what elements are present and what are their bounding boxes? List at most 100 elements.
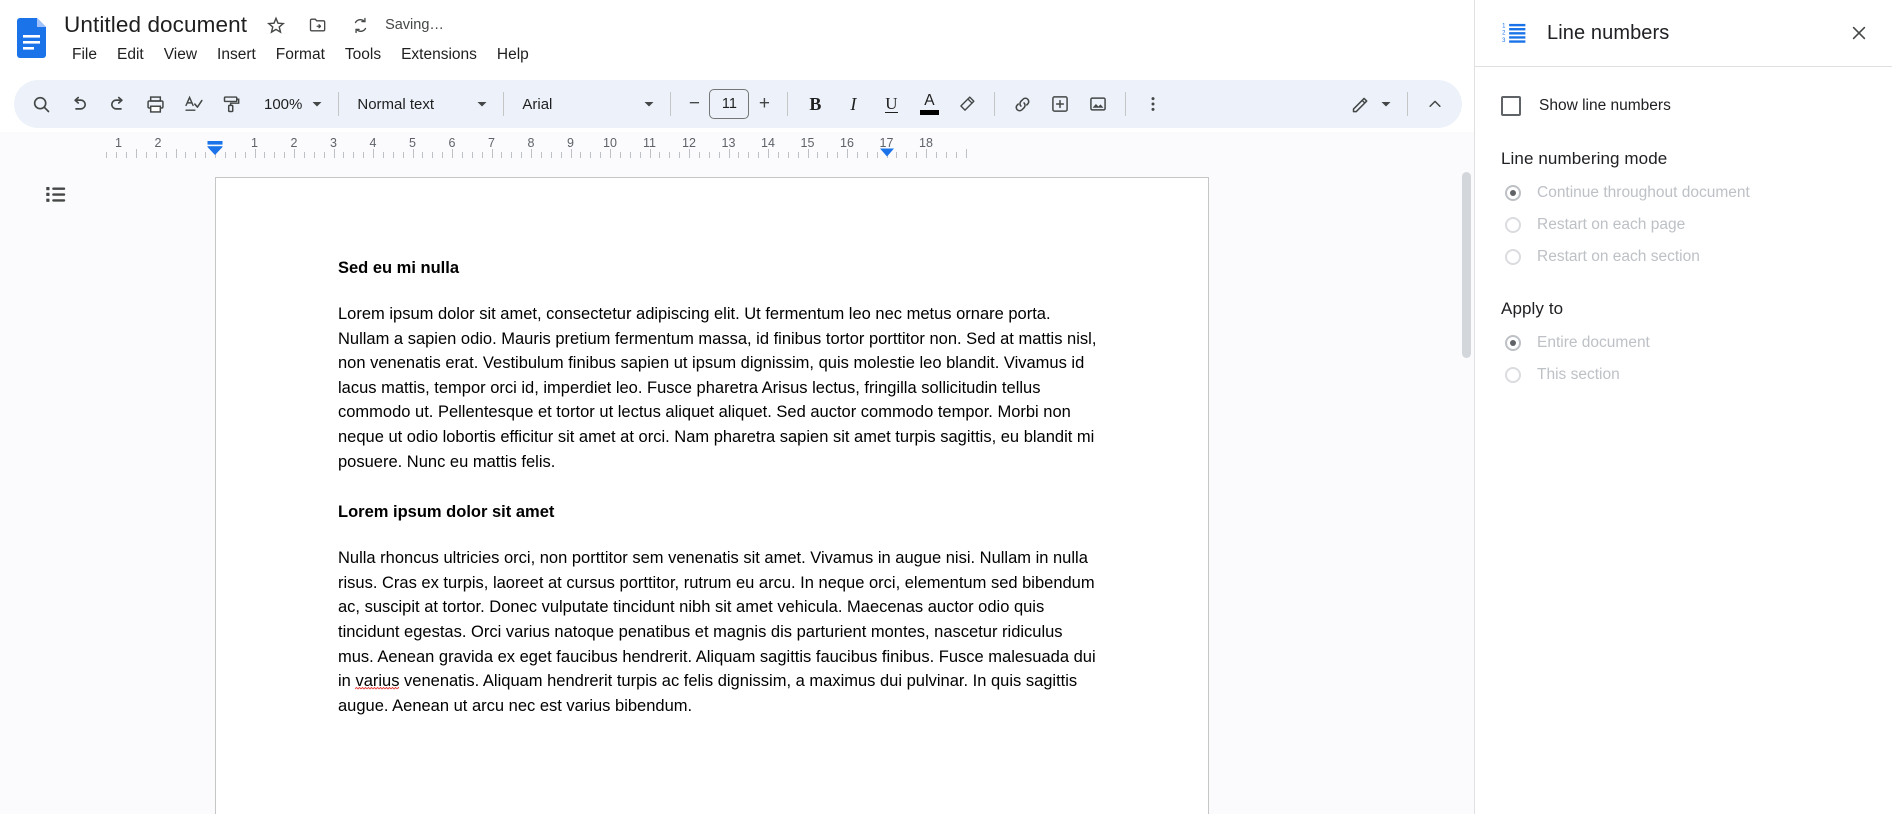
ruler-tick [966, 149, 967, 158]
ruler-tick [334, 149, 335, 158]
ruler-label: 1 [115, 136, 122, 150]
ruler-tick [531, 149, 532, 158]
ruler-label: 14 [761, 136, 775, 150]
ruler-label: 13 [722, 136, 736, 150]
ruler-label: 3 [330, 136, 337, 150]
font-family-dropdown[interactable]: Arial [512, 86, 662, 122]
star-icon[interactable] [263, 12, 289, 38]
menu-help[interactable]: Help [487, 43, 539, 67]
google-docs-logo[interactable] [14, 17, 52, 59]
font-size-input[interactable]: 11 [709, 89, 749, 119]
undo-icon[interactable] [60, 85, 98, 123]
ruler-tick [294, 149, 295, 158]
document-title[interactable]: Untitled document [64, 11, 247, 39]
misspelled-word[interactable]: varius [355, 672, 399, 690]
google-docs-window: Untitled document Saving… File Edit [0, 0, 1892, 814]
paragraph-1: Lorem ipsum dolor sit amet, consectetur … [338, 302, 1098, 474]
panel-body: Show line numbers Line numbering mode Co… [1475, 67, 1892, 391]
zoom-dropdown[interactable]: 100% [254, 86, 330, 122]
toolbar-divider [503, 92, 504, 116]
menu-tools[interactable]: Tools [335, 43, 391, 67]
left-indent-marker[interactable] [207, 140, 224, 157]
cloud-sync-icon[interactable] [347, 12, 373, 38]
radio-button[interactable] [1505, 217, 1521, 233]
document-page[interactable]: Sed eu mi nulla Lorem ipsum dolor sit am… [215, 177, 1209, 814]
menu-format[interactable]: Format [266, 43, 335, 67]
toolbar-divider [1407, 92, 1408, 116]
show-line-numbers-checkbox[interactable]: Show line numbers [1475, 89, 1892, 123]
menu-file[interactable]: File [62, 43, 107, 67]
italic-button[interactable]: I [834, 85, 872, 123]
document-outline-icon[interactable] [32, 170, 80, 218]
text-color-swatch [920, 110, 939, 115]
paint-format-icon[interactable] [212, 85, 250, 123]
document-canvas: Sed eu mi nulla Lorem ipsum dolor sit am… [0, 158, 1474, 814]
menu-bar: File Edit View Insert Format Tools Exten… [62, 42, 539, 68]
paragraph-2-part-a: Nulla rhoncus ultricies orci, non portti… [338, 549, 1096, 690]
ruler-tick [650, 149, 651, 158]
radio-button[interactable] [1505, 367, 1521, 383]
paragraph-style-dropdown[interactable]: Normal text [347, 86, 495, 122]
radio-button[interactable] [1505, 249, 1521, 265]
checkbox-box[interactable] [1501, 96, 1521, 116]
text-color-label: A [924, 93, 934, 108]
paragraph-style-value: Normal text [357, 96, 434, 113]
menu-view[interactable]: View [154, 43, 207, 67]
ruler-tick [413, 149, 414, 158]
ruler-label: 16 [840, 136, 854, 150]
ruler-label: 2 [155, 136, 162, 150]
underline-button[interactable]: U [872, 85, 910, 123]
redo-icon[interactable] [98, 85, 136, 123]
heading-1: Sed eu mi nulla [338, 256, 1098, 280]
menu-extensions[interactable]: Extensions [391, 43, 487, 67]
radio-this-section[interactable]: This section [1475, 359, 1892, 391]
radio-restart-on-each-page[interactable]: Restart on each page [1475, 209, 1892, 241]
move-to-folder-icon[interactable] [305, 12, 331, 38]
radio-restart-on-each-section[interactable]: Restart on each section [1475, 241, 1892, 273]
print-icon[interactable] [136, 85, 174, 123]
radio-button[interactable] [1505, 185, 1521, 201]
add-comment-icon[interactable] [1041, 85, 1079, 123]
decrease-font-size-button[interactable]: − [679, 89, 709, 119]
increase-font-size-button[interactable]: + [749, 89, 779, 119]
ruler-label: 4 [370, 136, 377, 150]
radio-entire-document[interactable]: Entire document [1475, 327, 1892, 359]
right-indent-marker[interactable] [879, 148, 894, 157]
ruler-tick [610, 149, 611, 158]
menu-insert[interactable]: Insert [207, 43, 266, 67]
insert-image-icon[interactable] [1079, 85, 1117, 123]
search-icon[interactable] [22, 85, 60, 123]
ruler[interactable]: 2 1 1 2 3 4 5 6 7 8 9 10 11 12 13 14 15 … [0, 132, 1474, 158]
close-icon[interactable] [1839, 13, 1879, 53]
line-numbers-panel: 1 2 3 Line numbers Show line numbers [1474, 0, 1892, 814]
formatting-toolbar: 100% Normal text Arial [14, 80, 1462, 128]
ruler-tick [452, 149, 453, 158]
ruler-label: 11 [643, 136, 656, 150]
toolbar-divider [338, 92, 339, 116]
ruler-label: 7 [488, 136, 495, 150]
radio-button[interactable] [1505, 335, 1521, 351]
heading-2: Lorem ipsum dolor sit amet [338, 500, 1098, 524]
more-vertical-icon[interactable] [1134, 85, 1172, 123]
highlighter-icon[interactable] [948, 85, 986, 123]
panel-header: 1 2 3 Line numbers [1475, 0, 1892, 66]
insert-link-icon[interactable] [1003, 85, 1041, 123]
text-color-button[interactable]: A [910, 85, 948, 123]
document-scrollbar-thumb[interactable] [1462, 172, 1471, 358]
menu-edit[interactable]: Edit [107, 43, 154, 67]
editing-mode-button[interactable] [1342, 85, 1399, 123]
ruler-tick [768, 149, 769, 158]
svg-text:2: 2 [1502, 31, 1505, 37]
document-body[interactable]: Sed eu mi nulla Lorem ipsum dolor sit am… [338, 256, 1098, 744]
radio-continue-throughout-document[interactable]: Continue throughout document [1475, 177, 1892, 209]
bold-button[interactable]: B [796, 85, 834, 123]
editing-mode-pencil-icon [1350, 94, 1371, 115]
document-scrollbar-track[interactable] [1459, 158, 1474, 814]
ruler-tick [847, 149, 848, 158]
radio-label: Continue throughout document [1537, 184, 1750, 202]
collapse-toolbar-button[interactable] [1416, 85, 1454, 123]
spellcheck-icon[interactable] [174, 85, 212, 123]
chevron-down-icon [1377, 95, 1395, 113]
chevron-down-icon [473, 95, 491, 113]
show-line-numbers-label: Show line numbers [1539, 97, 1671, 115]
